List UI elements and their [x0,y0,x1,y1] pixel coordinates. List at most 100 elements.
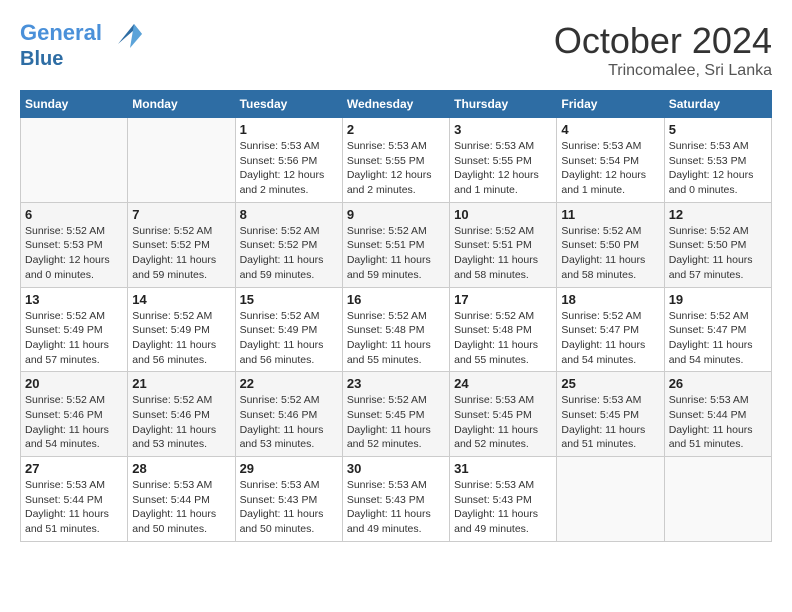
logo-icon [110,20,142,48]
day-number: 14 [132,292,230,307]
weekday-header-monday: Monday [128,91,235,118]
day-number: 2 [347,122,445,137]
day-number: 28 [132,461,230,476]
day-number: 11 [561,207,659,222]
day-number: 24 [454,376,552,391]
day-cell-25: 25Sunrise: 5:53 AMSunset: 5:45 PMDayligh… [557,372,664,457]
day-cell-5: 5 Sunrise: 5:53 AMSunset: 5:53 PMDaylight… [664,118,771,203]
day-number: 21 [132,376,230,391]
day-info: Sunrise: 5:52 AMSunset: 5:53 PMDaylight:… [25,224,123,283]
day-info: Sunrise: 5:52 AMSunset: 5:46 PMDaylight:… [240,393,338,452]
day-cell-17: 17 Sunrise: 5:52 AMSunset: 5:48 PMDayligh… [450,287,557,372]
weekday-header-row: SundayMondayTuesdayWednesdayThursdayFrid… [21,91,772,118]
day-number: 20 [25,376,123,391]
day-number: 3 [454,122,552,137]
day-number: 9 [347,207,445,222]
day-info: Sunrise: 5:53 AMSunset: 5:43 PMDaylight:… [347,478,445,537]
day-info: Sunrise: 5:53 AMSunset: 5:43 PMDaylight:… [240,478,338,537]
day-info: Sunrise: 5:53 AMSunset: 5:43 PMDaylight:… [454,478,552,537]
day-info: Sunrise: 5:53 AMSunset: 5:53 PMDaylight:… [669,139,767,198]
day-cell-13: 13 Sunrise: 5:52 AMSunset: 5:49 PMDayligh… [21,287,128,372]
day-info: Sunrise: 5:53 AMSunset: 5:54 PMDaylight:… [561,139,659,198]
day-info: Sunrise: 5:53 AMSunset: 5:55 PMDaylight:… [347,139,445,198]
day-info: Sunrise: 5:52 AMSunset: 5:49 PMDaylight:… [240,309,338,368]
day-number: 13 [25,292,123,307]
day-cell-2: 2 Sunrise: 5:53 AMSunset: 5:55 PMDaylight… [342,118,449,203]
day-info: Sunrise: 5:52 AMSunset: 5:51 PMDaylight:… [347,224,445,283]
day-cell-16: 16Sunrise: 5:52 AMSunset: 5:48 PMDayligh… [342,287,449,372]
day-cell-29: 29Sunrise: 5:53 AMSunset: 5:43 PMDayligh… [235,457,342,542]
day-number: 7 [132,207,230,222]
day-info: Sunrise: 5:52 AMSunset: 5:52 PMDaylight:… [240,224,338,283]
week-row-5: 27 Sunrise: 5:53 AMSunset: 5:44 PMDayligh… [21,457,772,542]
day-info: Sunrise: 5:52 AMSunset: 5:46 PMDaylight:… [25,393,123,452]
week-row-1: 1 Sunrise: 5:53 AMSunset: 5:56 PMDaylight… [21,118,772,203]
day-cell-24: 24Sunrise: 5:53 AMSunset: 5:45 PMDayligh… [450,372,557,457]
day-cell-18: 18 Sunrise: 5:52 AMSunset: 5:47 PMDayligh… [557,287,664,372]
day-info: Sunrise: 5:52 AMSunset: 5:51 PMDaylight:… [454,224,552,283]
day-info: Sunrise: 5:52 AMSunset: 5:47 PMDaylight:… [561,309,659,368]
weekday-header-wednesday: Wednesday [342,91,449,118]
empty-cell [128,118,235,203]
month-title: October 2024 [554,20,772,62]
day-number: 27 [25,461,123,476]
day-cell-14: 14 Sunrise: 5:52 AMSunset: 5:49 PMDayligh… [128,287,235,372]
day-cell-23: 23Sunrise: 5:52 AMSunset: 5:45 PMDayligh… [342,372,449,457]
weekday-header-sunday: Sunday [21,91,128,118]
day-info: Sunrise: 5:52 AMSunset: 5:48 PMDaylight:… [454,309,552,368]
day-info: Sunrise: 5:52 AMSunset: 5:49 PMDaylight:… [132,309,230,368]
day-number: 5 [669,122,767,137]
day-number: 12 [669,207,767,222]
day-info: Sunrise: 5:53 AMSunset: 5:55 PMDaylight:… [454,139,552,198]
day-cell-30: 30 Sunrise: 5:53 AMSunset: 5:43 PMDayligh… [342,457,449,542]
day-number: 18 [561,292,659,307]
empty-cell [21,118,128,203]
day-cell-4: 4 Sunrise: 5:53 AMSunset: 5:54 PMDaylight… [557,118,664,203]
location-subtitle: Trincomalee, Sri Lanka [554,62,772,80]
day-cell-22: 22 Sunrise: 5:52 AMSunset: 5:46 PMDayligh… [235,372,342,457]
day-info: Sunrise: 5:53 AMSunset: 5:45 PMDaylight:… [561,393,659,452]
day-number: 10 [454,207,552,222]
day-cell-12: 12Sunrise: 5:52 AMSunset: 5:50 PMDayligh… [664,202,771,287]
day-info: Sunrise: 5:52 AMSunset: 5:47 PMDaylight:… [669,309,767,368]
day-cell-10: 10 Sunrise: 5:52 AMSunset: 5:51 PMDayligh… [450,202,557,287]
day-cell-11: 11 Sunrise: 5:52 AMSunset: 5:50 PMDayligh… [557,202,664,287]
weekday-header-thursday: Thursday [450,91,557,118]
day-number: 16 [347,292,445,307]
day-info: Sunrise: 5:52 AMSunset: 5:49 PMDaylight:… [25,309,123,368]
day-cell-31: 31Sunrise: 5:53 AMSunset: 5:43 PMDayligh… [450,457,557,542]
day-info: Sunrise: 5:52 AMSunset: 5:52 PMDaylight:… [132,224,230,283]
week-row-4: 20 Sunrise: 5:52 AMSunset: 5:46 PMDayligh… [21,372,772,457]
day-number: 6 [25,207,123,222]
day-cell-6: 6 Sunrise: 5:52 AMSunset: 5:53 PMDaylight… [21,202,128,287]
day-cell-9: 9 Sunrise: 5:52 AMSunset: 5:51 PMDaylight… [342,202,449,287]
day-info: Sunrise: 5:52 AMSunset: 5:50 PMDaylight:… [561,224,659,283]
weekday-header-saturday: Saturday [664,91,771,118]
day-number: 17 [454,292,552,307]
day-number: 30 [347,461,445,476]
calendar-table: SundayMondayTuesdayWednesdayThursdayFrid… [20,90,772,542]
day-cell-28: 28Sunrise: 5:53 AMSunset: 5:44 PMDayligh… [128,457,235,542]
day-cell-27: 27 Sunrise: 5:53 AMSunset: 5:44 PMDayligh… [21,457,128,542]
day-cell-8: 8Sunrise: 5:52 AMSunset: 5:52 PMDaylight… [235,202,342,287]
logo-text: General [20,20,142,48]
day-cell-7: 7 Sunrise: 5:52 AMSunset: 5:52 PMDaylight… [128,202,235,287]
day-cell-19: 19Sunrise: 5:52 AMSunset: 5:47 PMDayligh… [664,287,771,372]
empty-cell [557,457,664,542]
day-number: 4 [561,122,659,137]
day-cell-3: 3 Sunrise: 5:53 AMSunset: 5:55 PMDaylight… [450,118,557,203]
day-number: 23 [347,376,445,391]
day-cell-26: 26Sunrise: 5:53 AMSunset: 5:44 PMDayligh… [664,372,771,457]
day-number: 15 [240,292,338,307]
logo: General Blue [20,20,142,70]
day-info: Sunrise: 5:53 AMSunset: 5:44 PMDaylight:… [669,393,767,452]
day-cell-15: 15 Sunrise: 5:52 AMSunset: 5:49 PMDayligh… [235,287,342,372]
weekday-header-tuesday: Tuesday [235,91,342,118]
day-info: Sunrise: 5:53 AMSunset: 5:56 PMDaylight:… [240,139,338,198]
week-row-3: 13 Sunrise: 5:52 AMSunset: 5:49 PMDayligh… [21,287,772,372]
day-number: 1 [240,122,338,137]
day-cell-21: 21Sunrise: 5:52 AMSunset: 5:46 PMDayligh… [128,372,235,457]
day-number: 22 [240,376,338,391]
day-info: Sunrise: 5:53 AMSunset: 5:44 PMDaylight:… [25,478,123,537]
day-cell-20: 20 Sunrise: 5:52 AMSunset: 5:46 PMDayligh… [21,372,128,457]
